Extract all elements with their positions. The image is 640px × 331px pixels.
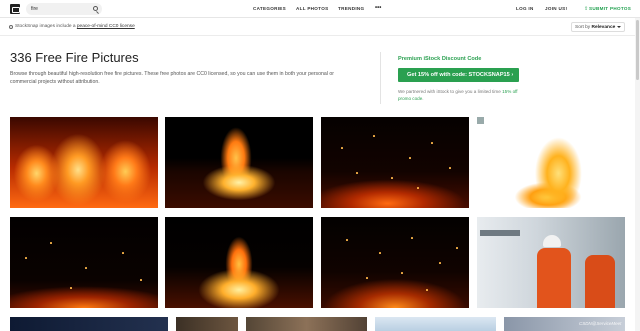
submit-photos-link[interactable]: SUBMIT PHOTOS [589, 6, 631, 11]
more-dots-icon[interactable]: ••• [375, 5, 381, 11]
promo-note: We partnered with iStock to give you a l… [398, 88, 518, 102]
photo-tile[interactable] [165, 217, 313, 308]
search-icon[interactable] [93, 6, 98, 11]
nav-trending[interactable]: TRENDING [338, 6, 364, 11]
promo-note-prefix: We partnered with iStock to give you a l… [398, 89, 503, 94]
stocksnap-logo-icon[interactable] [10, 4, 20, 14]
promo-title: Premium iStock Discount Code [398, 56, 482, 62]
photo-tile[interactable] [321, 117, 469, 208]
cc0-icon [9, 25, 13, 29]
license-text: StockSnap images include a peace-of-mind… [15, 24, 135, 29]
premium-badge-icon [477, 117, 484, 124]
watermark: CSDN@ServiceMeet [579, 321, 622, 326]
license-prefix: StockSnap images include a [15, 24, 77, 29]
page-title: 336 Free Fire Pictures [10, 50, 139, 65]
chevron-down-icon [617, 26, 621, 28]
photo-tile[interactable] [246, 317, 367, 331]
photo-tile[interactable] [10, 217, 158, 308]
photo-tile[interactable] [165, 117, 313, 208]
promo-code-button[interactable]: Get 15% off with code: STOCKSNAP15 › [398, 68, 519, 82]
photo-tile[interactable] [176, 317, 238, 331]
upload-icon: ⇪ [584, 6, 589, 12]
promo-note-suffix: . [422, 96, 424, 101]
license-link[interactable]: peace-of-mind CC0 license [77, 24, 135, 29]
photo-tile[interactable] [375, 317, 496, 331]
photo-tile[interactable] [321, 217, 469, 308]
login-link[interactable]: LOG IN [516, 6, 534, 11]
sort-label: Sort by [575, 25, 591, 30]
search-box[interactable] [26, 3, 102, 15]
sort-value: Relevance [591, 25, 616, 30]
divider [380, 52, 381, 104]
nav-categories[interactable]: CATEGORIES [253, 6, 286, 11]
nav-all-photos[interactable]: ALL PHOTOS [296, 6, 328, 11]
page-description: Browse through beautiful high-resolution… [10, 71, 335, 85]
photo-tile[interactable] [477, 117, 625, 208]
top-header: CATEGORIES ALL PHOTOS TRENDING ••• LOG I… [0, 0, 640, 18]
search-input[interactable] [31, 3, 89, 15]
scrollbar-thumb[interactable] [636, 20, 639, 80]
license-bar: StockSnap images include a peace-of-mind… [0, 18, 640, 36]
photo-tile[interactable] [10, 317, 168, 331]
sort-dropdown[interactable]: Sort by Relevance [571, 22, 625, 32]
photo-tile[interactable] [10, 117, 158, 208]
join-link[interactable]: JOIN US! [545, 6, 567, 11]
